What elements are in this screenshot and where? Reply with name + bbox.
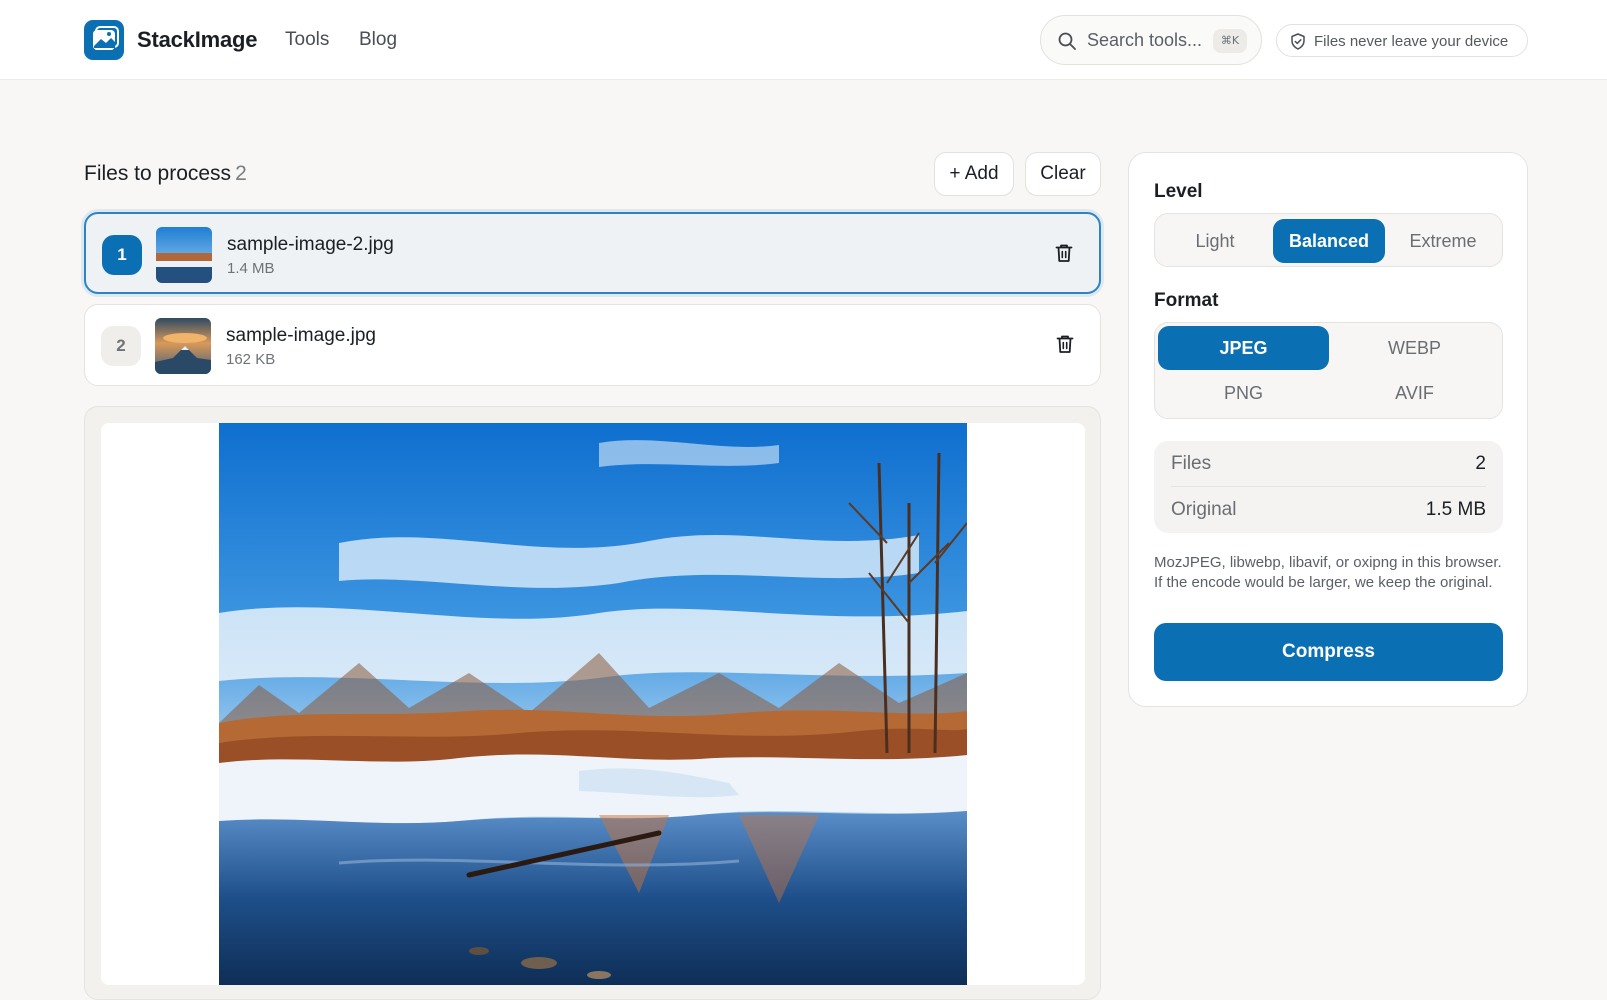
privacy-badge: Files never leave your device (1276, 24, 1528, 57)
files-title-text: Files to process (84, 162, 232, 185)
level-segmented-control: Light Balanced Extreme (1154, 213, 1503, 267)
add-files-button[interactable]: + Add (934, 152, 1014, 196)
format-option-avif[interactable]: AVIF (1329, 371, 1500, 415)
preview-image (219, 423, 967, 985)
nav-link-blog[interactable]: Blog (359, 29, 397, 51)
image-preview-panel (84, 406, 1101, 1000)
files-count: 2 (235, 162, 247, 185)
delete-file-icon[interactable] (1056, 334, 1074, 359)
compression-settings-panel: Level Light Balanced Extreme Format JPEG… (1128, 152, 1528, 707)
file-thumbnail (156, 227, 212, 283)
file-size: 162 KB (226, 351, 276, 368)
level-option-balanced[interactable]: Balanced (1273, 219, 1385, 263)
format-segmented-control: JPEG WEBP PNG AVIF (1154, 322, 1503, 419)
privacy-badge-text: Files never leave your device (1314, 33, 1509, 50)
format-option-jpeg[interactable]: JPEG (1158, 326, 1329, 370)
compress-button[interactable]: Compress (1154, 623, 1503, 681)
stat-label: Original (1171, 499, 1237, 520)
keyboard-shortcut-badge: ⌘K (1213, 29, 1247, 53)
stat-value: 1.5 MB (1425, 499, 1486, 520)
file-row[interactable]: 2 sample-image.jpg 162 KB (84, 304, 1101, 386)
stat-files-row: Files 2 (1171, 445, 1486, 481)
file-thumbnail (155, 318, 211, 374)
shield-check-icon (1290, 33, 1306, 55)
stat-original-row: Original 1.5 MB (1171, 491, 1486, 527)
file-name: sample-image-2.jpg (227, 234, 394, 255)
files-section-title: Files to process 2 (84, 162, 247, 186)
stackimage-logo-icon[interactable] (84, 20, 124, 60)
format-option-png[interactable]: PNG (1158, 371, 1329, 415)
file-index-badge: 2 (101, 326, 141, 366)
top-navigation-bar: StackImage Tools Blog Search tools... ⌘K… (0, 0, 1607, 80)
image-preview-canvas (101, 423, 1085, 985)
search-placeholder: Search tools... (1087, 30, 1203, 50)
stats-divider (1171, 486, 1486, 487)
nav-link-tools[interactable]: Tools (285, 29, 329, 51)
file-name: sample-image.jpg (226, 325, 376, 346)
level-option-light[interactable]: Light (1160, 219, 1270, 263)
delete-file-icon[interactable] (1055, 243, 1073, 268)
search-icon (1057, 31, 1077, 56)
file-index-badge: 1 (102, 235, 142, 275)
clear-files-button[interactable]: Clear (1025, 152, 1101, 196)
level-option-extreme[interactable]: Extreme (1388, 219, 1498, 263)
stat-value: 2 (1475, 453, 1486, 474)
file-size: 1.4 MB (227, 260, 275, 277)
file-row-selected[interactable]: 1 sample-image-2.jpg 1.4 MB (84, 212, 1101, 294)
brand-name[interactable]: StackImage (137, 27, 257, 53)
file-stats-box: Files 2 Original 1.5 MB (1154, 441, 1503, 533)
search-tools-input[interactable]: Search tools... ⌘K (1040, 15, 1262, 65)
encoder-note: MozJPEG, libwebp, libavif, or oxipng in … (1154, 554, 1502, 591)
format-option-webp[interactable]: WEBP (1329, 326, 1500, 370)
level-label: Level (1154, 181, 1203, 202)
stat-label: Files (1171, 453, 1212, 474)
format-label: Format (1154, 290, 1219, 311)
